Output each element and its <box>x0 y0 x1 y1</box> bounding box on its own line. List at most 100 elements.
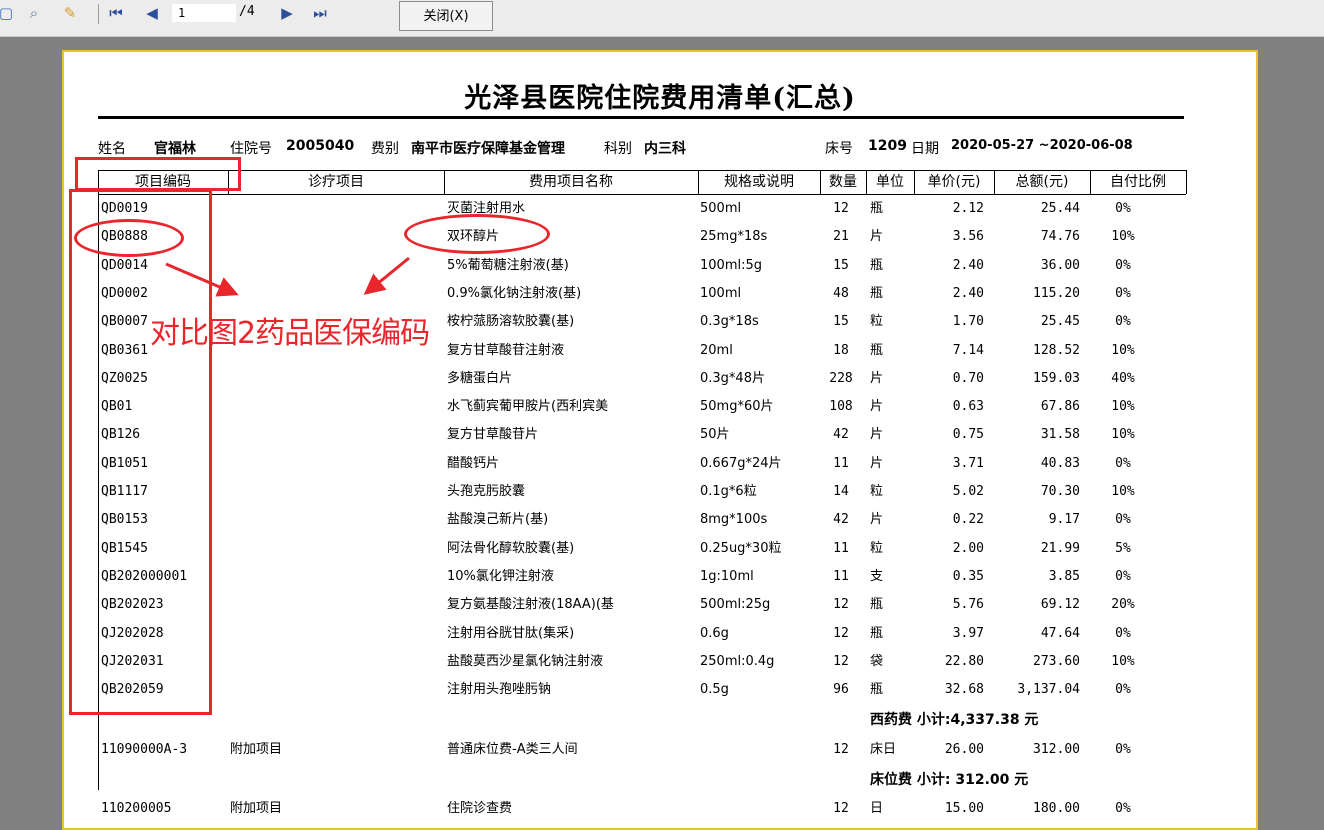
item-qty: 14 <box>833 484 849 499</box>
item-price: 2.40 <box>952 257 984 273</box>
dept-value: 内三科 <box>644 141 686 157</box>
item-ratio: 0% <box>1115 512 1131 528</box>
item-price: 15.00 <box>944 801 984 817</box>
item-spec: 50mg*60片 <box>700 399 774 415</box>
toolbar-separator <box>98 4 99 24</box>
item-qty: 11 <box>833 540 849 556</box>
item-unit: 日 <box>870 801 884 817</box>
item-total: 180.00 <box>1033 801 1080 817</box>
first-page-icon[interactable]: ⏮ <box>106 3 126 23</box>
item-unit: 瓶 <box>870 682 884 698</box>
item-name: 复方氨基酸注射液(18AA)(基 <box>447 597 614 613</box>
page-setup-icon[interactable]: ▢ <box>0 3 16 23</box>
item-spec: 0.6g <box>700 625 729 641</box>
item-price: 2.12 <box>952 201 984 216</box>
item-name: 阿法骨化醇软胶囊(基) <box>447 540 575 556</box>
date-value: 2020-05-27 ~2020-06-08 <box>951 138 1133 153</box>
column-header: 单价(元) <box>927 174 981 190</box>
item-qty: 42 <box>833 427 849 443</box>
item-unit: 瓶 <box>870 257 884 273</box>
item-total: 36.00 <box>1040 257 1080 273</box>
item-spec: 500ml <box>700 201 742 216</box>
subtotal-drugs: 西药费 小计:4,337.38 元 <box>870 712 1039 729</box>
report-toolbar: ▢ ⌕ ✎ ⏮ ◀ /4 ▶ ⏭ 关闭(X) <box>0 0 1324 37</box>
item-price: 22.80 <box>944 653 984 669</box>
search-icon[interactable]: ⌕ <box>24 3 44 23</box>
item-spec: 0.3g*18s <box>700 314 759 330</box>
item-price: 1.70 <box>952 314 984 330</box>
close-button[interactable]: 关闭(X) <box>399 1 493 31</box>
item-price: 7.14 <box>952 342 984 358</box>
page-total-label: /4 <box>239 4 255 19</box>
item-spec: 500ml:25g <box>700 597 771 613</box>
item-unit: 瓶 <box>870 625 884 641</box>
table-right-border <box>1186 170 1187 194</box>
item-spec: 0.667g*24片 <box>700 455 782 471</box>
item-price: 2.40 <box>952 285 984 301</box>
last-page-icon[interactable]: ⏭ <box>310 3 330 23</box>
item-category <box>230 453 370 475</box>
item-name: 桉柠蒎肠溶软胶囊(基) <box>447 314 575 330</box>
item-ratio: 0% <box>1115 801 1131 817</box>
item-unit: 袋 <box>870 653 884 669</box>
item-ratio: 5% <box>1115 540 1131 556</box>
item-qty: 108 <box>829 399 853 415</box>
item-total: 115.20 <box>1033 285 1080 301</box>
item-name: 5%葡萄糖注射液(基) <box>447 257 569 273</box>
item-total: 273.60 <box>1033 653 1080 669</box>
item-name: 多糖蛋白片 <box>447 370 513 386</box>
previous-page-icon[interactable]: ◀ <box>142 3 162 23</box>
item-ratio: 10% <box>1111 427 1135 443</box>
item-category <box>230 424 370 446</box>
item-spec: 25mg*18s <box>700 229 768 245</box>
item-ratio: 10% <box>1111 229 1135 245</box>
item-spec: 0.1g*6粒 <box>700 484 757 499</box>
item-qty: 12 <box>833 625 849 641</box>
item-spec: 0.5g <box>700 682 729 698</box>
next-page-icon[interactable]: ▶ <box>277 3 297 23</box>
item-price: 3.97 <box>952 625 984 641</box>
edit-icon[interactable]: ✎ <box>60 3 80 23</box>
item-qty: 12 <box>833 201 849 216</box>
item-category <box>230 651 370 673</box>
item-price: 0.35 <box>952 568 984 584</box>
bed-label: 床号 <box>825 141 853 157</box>
item-category: 附加项目 <box>230 741 283 757</box>
item-category <box>230 198 370 220</box>
item-total: 159.03 <box>1033 370 1080 386</box>
item-name: 10%氯化钾注射液 <box>447 568 554 584</box>
item-ratio: 10% <box>1111 399 1135 415</box>
item-spec: 1g:10ml <box>700 568 754 584</box>
annotation-text: 对比图2药品医保编码 <box>150 316 430 351</box>
annotation-header-box <box>75 157 241 191</box>
item-ratio: 20% <box>1111 597 1135 613</box>
page-number-input[interactable] <box>172 4 236 22</box>
item-qty: 12 <box>833 741 849 757</box>
item-spec: 8mg*100s <box>700 512 768 528</box>
item-total: 3,137.04 <box>1017 682 1080 698</box>
item-unit: 片 <box>870 512 884 528</box>
item-category <box>230 226 370 248</box>
item-price: 5.02 <box>952 484 984 499</box>
bed-value: 1209 <box>868 138 907 154</box>
item-name: 醋酸钙片 <box>447 455 500 471</box>
item-unit: 瓶 <box>870 597 884 613</box>
item-spec <box>700 798 822 820</box>
item-category <box>230 481 370 503</box>
item-unit: 片 <box>870 427 884 443</box>
item-unit: 床日 <box>870 741 897 757</box>
item-category <box>230 255 370 277</box>
item-total: 31.58 <box>1040 427 1080 443</box>
item-qty: 18 <box>833 342 849 358</box>
item-unit: 片 <box>870 399 884 415</box>
fee-type-label: 费别 <box>371 141 399 157</box>
item-ratio: 0% <box>1115 257 1131 273</box>
item-spec: 250ml:0.4g <box>700 653 775 669</box>
item-unit: 粒 <box>870 540 884 556</box>
item-ratio: 10% <box>1111 342 1135 358</box>
name-value: 官福林 <box>154 141 196 157</box>
item-spec: 20ml <box>700 342 733 358</box>
item-category <box>230 623 370 645</box>
name-label: 姓名 <box>98 141 126 157</box>
item-price: 5.76 <box>952 597 984 613</box>
